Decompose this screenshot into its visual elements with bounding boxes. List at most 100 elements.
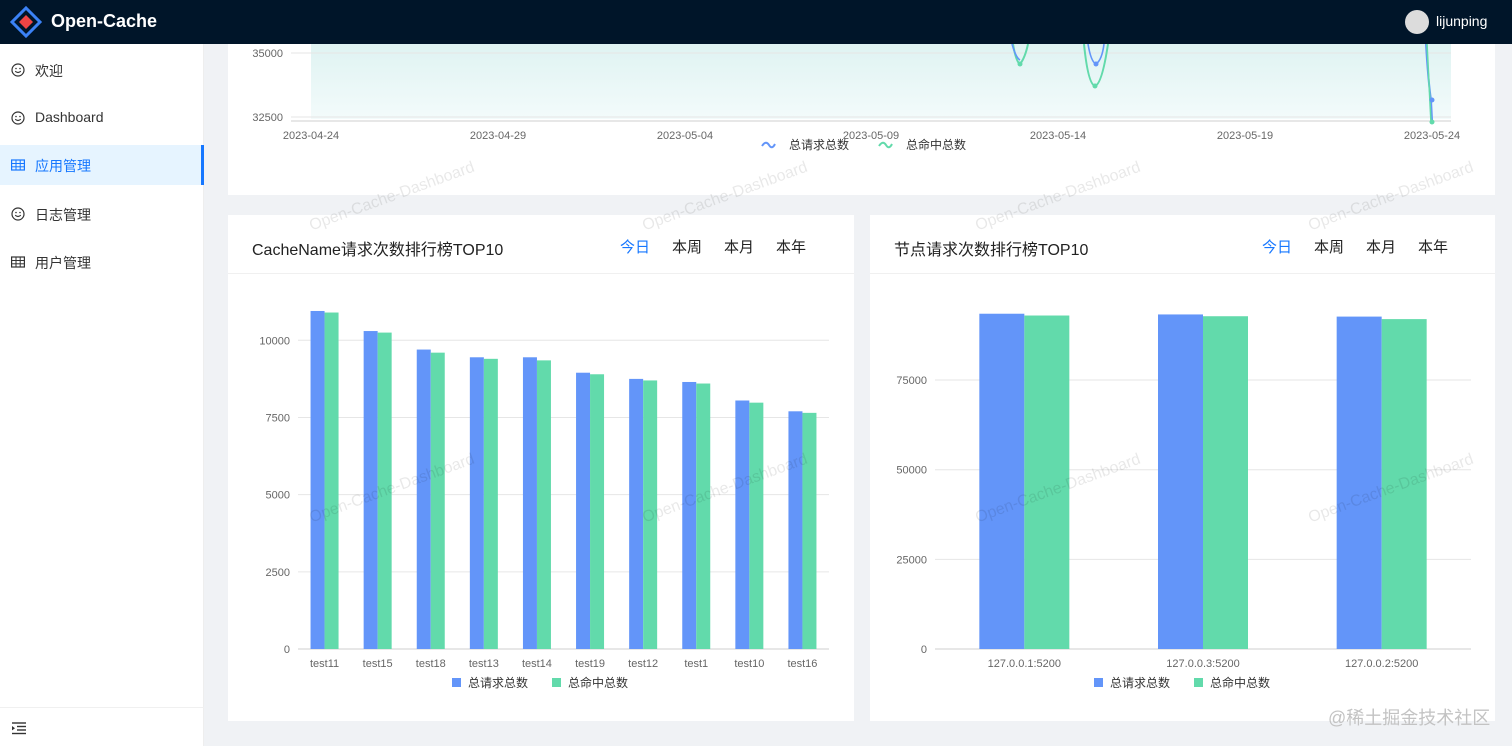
y-tick-label: 2500 [266,567,290,579]
app-title[interactable]: Open-Cache [51,11,157,32]
y-tick-label: 5000 [266,490,290,502]
smile-icon [11,63,25,77]
bar [735,400,750,649]
avatar[interactable] [1405,10,1429,34]
trend-point [1092,83,1098,89]
sidebar-item-welcome[interactable]: 欢迎 [0,50,204,90]
sidebar-item-dashboard[interactable]: Dashboard [0,98,204,138]
bar [643,380,658,649]
x-tick-label: 2023-05-09 [843,130,899,142]
x-tick-label: test14 [522,658,552,670]
y-tick-label: 10000 [259,335,290,347]
x-tick-label: 127.0.0.2:5200 [1345,658,1418,670]
smile-icon [11,207,25,221]
legend-swatch[interactable] [552,678,561,687]
sidebar-item-log-management[interactable]: 日志管理 [0,194,204,234]
x-tick-label: 2023-05-04 [657,130,713,142]
legend-label[interactable]: 总请求总数 [1110,675,1170,690]
x-tick-label: 127.0.0.1:5200 [988,658,1061,670]
smile-icon [11,111,25,125]
y-tick-label: 32500 [252,112,283,124]
trend-chart: 35000 32500 2023-04-24 2023-04-29 2023-0… [252,43,1460,152]
sidebar-item-label: 欢迎 [35,63,63,79]
y-tick-label: 75000 [896,375,927,387]
user-name[interactable]: lijunping [1436,13,1487,29]
bar [749,402,764,649]
sidebar-item-label: 用户管理 [35,255,91,271]
legend-line-hit-icon[interactable] [878,141,893,149]
bar [629,378,644,649]
y-tick-label: 7500 [266,412,290,424]
y-tick-label: 25000 [896,554,927,566]
x-tick-label: 127.0.0.3:5200 [1166,658,1239,670]
bar [696,383,711,649]
node-ranking-card: 节点请求次数排行榜TOP10 今日 本周 本月 本年 0 25000 50000 75… [870,215,1495,721]
sidebar-item-label: Dashboard [35,109,104,125]
table-icon [11,256,25,268]
x-tick-label: test1 [684,658,708,670]
corner-credit: @稀土掘金技术社区 [1328,708,1491,728]
trend-point [1093,61,1099,67]
x-tick-label: 2023-04-29 [470,130,526,142]
app-logo-icon[interactable] [10,6,42,38]
bar [1203,316,1248,649]
x-tick-label: 2023-05-14 [1030,130,1086,142]
x-tick-label: test16 [787,658,817,670]
top-header: Open-Cache lijunping [0,0,1512,44]
x-tick-label: test10 [734,658,764,670]
sidebar-item-user-management[interactable]: 用户管理 [0,242,204,282]
sidebar-item-label: 应用管理 [35,158,91,174]
bar [416,349,431,649]
bar [1158,314,1203,649]
bar [430,352,445,649]
bar [802,412,817,649]
trend-chart-card: 35000 32500 2023-04-24 2023-04-29 2023-0… [228,43,1495,195]
legend-swatch[interactable] [1194,678,1203,687]
y-tick-label: 0 [284,644,290,656]
legend-swatch[interactable] [1094,678,1103,687]
legend-line-request-icon[interactable] [761,141,776,149]
table-icon [11,159,25,171]
trend-point [1429,97,1435,103]
bar [536,360,551,649]
legend-label[interactable]: 总命中总数 [906,137,966,152]
x-tick-label: 2023-04-24 [283,130,339,142]
bar [522,357,537,649]
legend-swatch[interactable] [452,678,461,687]
node-bar-chart: 0 25000 50000 75000 127.0.0.1:5200 127.0.0.3:… [896,313,1471,690]
y-tick-label: 35000 [252,48,283,60]
trend-area-fill [311,44,1451,119]
x-tick-label: test18 [416,658,446,670]
x-tick-label: test15 [363,658,393,670]
y-tick-label: 50000 [896,465,927,477]
x-tick-label: 2023-05-19 [1217,130,1273,142]
menu-fold-icon[interactable] [11,721,27,735]
x-tick-label: test11 [310,658,339,670]
bar [682,381,697,649]
bar [979,313,1025,649]
legend-label[interactable]: 总命中总数 [1210,675,1270,690]
x-tick-label: test13 [469,658,499,670]
sidebar-item-app-management[interactable]: 应用管理 [0,145,204,185]
legend-label[interactable]: 总请求总数 [789,137,849,152]
bar [324,312,339,649]
bar [377,332,392,649]
legend-label[interactable]: 总命中总数 [568,675,628,690]
bar [1336,316,1382,649]
x-tick-label: test12 [628,658,658,670]
bar [576,372,591,649]
bar [788,411,803,649]
cachename-ranking-card: CacheName请求次数排行榜TOP10 今日 本周 本月 本年 0 2500 5… [228,215,854,721]
x-tick-label: 2023-05-24 [1404,130,1460,142]
trend-point [1429,119,1435,125]
cachename-bar-chart: 0 2500 5000 7500 10000 test11 test15 test18 test… [259,310,829,690]
bar [590,374,605,649]
bar [483,358,498,649]
x-tick-label: test19 [575,658,605,670]
bar [363,331,378,649]
bar [469,357,484,649]
bar [1381,319,1427,649]
y-tick-label: 0 [921,644,927,656]
legend-label[interactable]: 总请求总数 [468,675,528,690]
bar [310,310,325,649]
